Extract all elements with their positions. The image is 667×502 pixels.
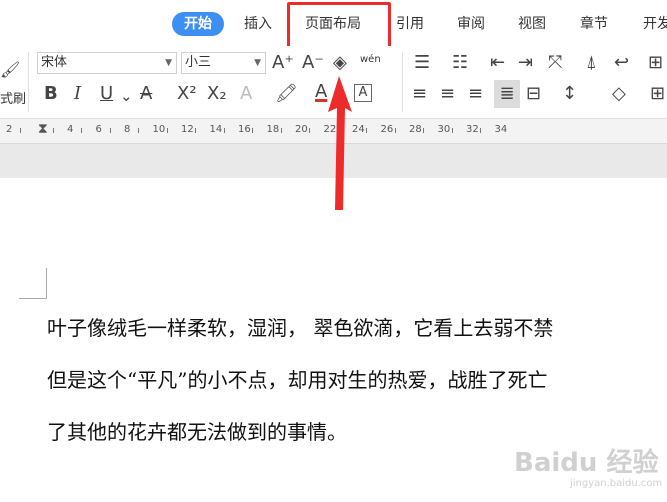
show-hide-marks-icon[interactable]: ↩ <box>614 53 629 73</box>
watermark-text: Baidu 经验 <box>514 448 659 478</box>
borders-icon[interactable]: ⊞ <box>650 84 665 104</box>
superscript-button[interactable]: X² <box>177 84 197 104</box>
format-painter-label[interactable]: 式刷 <box>0 88 26 107</box>
ruler-number: 14 <box>209 124 223 135</box>
clear-format-icon[interactable]: ◈ <box>333 53 347 73</box>
ruler-number: 6 <box>95 124 102 135</box>
tab-view[interactable]: 视图 <box>518 12 546 36</box>
font-color-button[interactable]: A <box>315 82 327 102</box>
line-spacing-icon[interactable]: ↕ <box>562 84 577 104</box>
ruler-number: 26 <box>380 124 394 135</box>
paragraph-line[interactable]: 了其他的花卉都无法做到的事情。 <box>47 416 347 445</box>
divider <box>402 52 403 112</box>
increase-indent-icon[interactable]: ⇥ <box>518 53 533 73</box>
tab-references[interactable]: 引用 <box>396 12 424 36</box>
ruler-tick <box>366 128 368 133</box>
indent-marker-icon[interactable]: ⧗ <box>38 121 48 137</box>
ruler-number: 34 <box>494 124 508 135</box>
font-size-select[interactable]: 小三 ▼ <box>181 52 266 74</box>
align-left-icon[interactable]: ≡ <box>412 84 427 104</box>
ruler-number: 22 <box>323 124 337 135</box>
shrink-font-icon[interactable]: A⁻ <box>302 53 324 73</box>
highlight-box <box>287 2 391 51</box>
ruler-number: 4 <box>67 124 74 135</box>
ruler-tick <box>252 128 254 133</box>
ruler-tick <box>309 128 311 133</box>
font-size-value: 小三 <box>185 55 212 70</box>
ruler-number: 24 <box>352 124 365 135</box>
ruler-tick <box>451 128 453 133</box>
subscript-button[interactable]: X₂ <box>207 84 227 104</box>
bold-button[interactable]: B <box>44 84 58 104</box>
grow-font-icon[interactable]: A⁺ <box>272 53 294 73</box>
chevron-down-icon[interactable]: ⌄ <box>120 86 133 106</box>
ruler-number: 30 <box>437 124 451 135</box>
tab-home[interactable]: 开始 <box>172 12 224 36</box>
underline-button[interactable]: U <box>100 84 113 104</box>
font-name-value: 宋体 <box>41 55 68 70</box>
font-name-select[interactable]: 宋体 ▼ <box>37 52 177 74</box>
ruler-number: 20 <box>295 124 308 135</box>
text-effect-icon[interactable]: A <box>240 84 252 104</box>
align-center-icon[interactable]: ≡ <box>440 84 455 104</box>
ruler-number: 28 <box>409 124 422 135</box>
distributed-align-icon[interactable]: ⊟ <box>526 84 541 104</box>
format-painter-icon[interactable]: 🖌 <box>0 60 20 80</box>
ruler-number: 32 <box>466 124 479 135</box>
tab-review[interactable]: 审阅 <box>457 12 485 36</box>
strikethrough-button[interactable]: A <box>140 84 152 104</box>
ruler-tick <box>109 128 111 133</box>
ruler-tick <box>20 128 22 133</box>
ruler-number: 2 <box>6 124 13 135</box>
sort-icon[interactable]: ⍋ <box>586 53 597 73</box>
ruler[interactable]: 2 2 4 6 8 10 12 14 16 18 20 22 24 26 28 30 32 34 ⧗ <box>0 118 667 144</box>
baidu-watermark: Baidu 经验 jingyan.baidu.com <box>514 434 664 494</box>
highlight-color-icon[interactable]: 🖍 <box>275 84 298 104</box>
ruler-number: 18 <box>266 124 280 135</box>
ruler-tick <box>52 128 54 133</box>
align-right-icon[interactable]: ≡ <box>468 84 483 104</box>
margin-corner-marker <box>19 268 47 299</box>
chevron-down-icon: ▼ <box>254 58 261 68</box>
tab-developer[interactable]: 开发 <box>643 12 667 36</box>
ruler-number: 16 <box>238 124 251 135</box>
chevron-down-icon: ▼ <box>165 58 172 68</box>
table-icon[interactable]: ⊞ <box>648 53 663 73</box>
page-gap <box>0 144 667 178</box>
chinese-layout-icon[interactable]: ⤧ <box>548 53 562 73</box>
ruler-tick <box>166 128 168 133</box>
ruler-tick <box>394 128 396 133</box>
character-border-button[interactable]: A <box>354 84 372 102</box>
ruler-number: 12 <box>181 124 194 135</box>
justify-icon[interactable]: ≣ <box>494 80 520 108</box>
paragraph-line[interactable]: 叶子像绒毛一样柔软，湿润， 翠色欲滴，它看上去弱不禁 <box>47 312 553 341</box>
bullet-list-icon[interactable]: ☰ <box>414 53 430 73</box>
pinyin-guide-icon[interactable]: wén <box>360 54 381 65</box>
ruler-tick <box>280 128 282 133</box>
ruler-number: 10 <box>152 124 166 135</box>
ruler-tick <box>480 128 482 133</box>
ruler-tick <box>337 128 339 133</box>
tab-section[interactable]: 章节 <box>580 12 608 36</box>
paragraph-line[interactable]: 但是这个“平凡”的小不点，却用对生的热爱，战胜了死亡 <box>47 364 547 393</box>
ruler-tick <box>81 128 83 133</box>
ruler-tick <box>423 128 425 133</box>
italic-button[interactable]: I <box>74 84 81 104</box>
tab-insert[interactable]: 插入 <box>244 12 272 36</box>
ruler-tick <box>195 128 197 133</box>
ruler-tick <box>138 128 140 133</box>
ruler-tick <box>223 128 225 133</box>
shading-icon[interactable]: ◇ <box>612 84 626 104</box>
decrease-indent-icon[interactable]: ⇤ <box>490 53 505 73</box>
watermark-url: jingyan.baidu.com <box>570 478 663 489</box>
ruler-number: 8 <box>124 124 131 135</box>
divider <box>28 52 29 112</box>
numbered-list-icon[interactable]: ☷ <box>452 53 468 73</box>
